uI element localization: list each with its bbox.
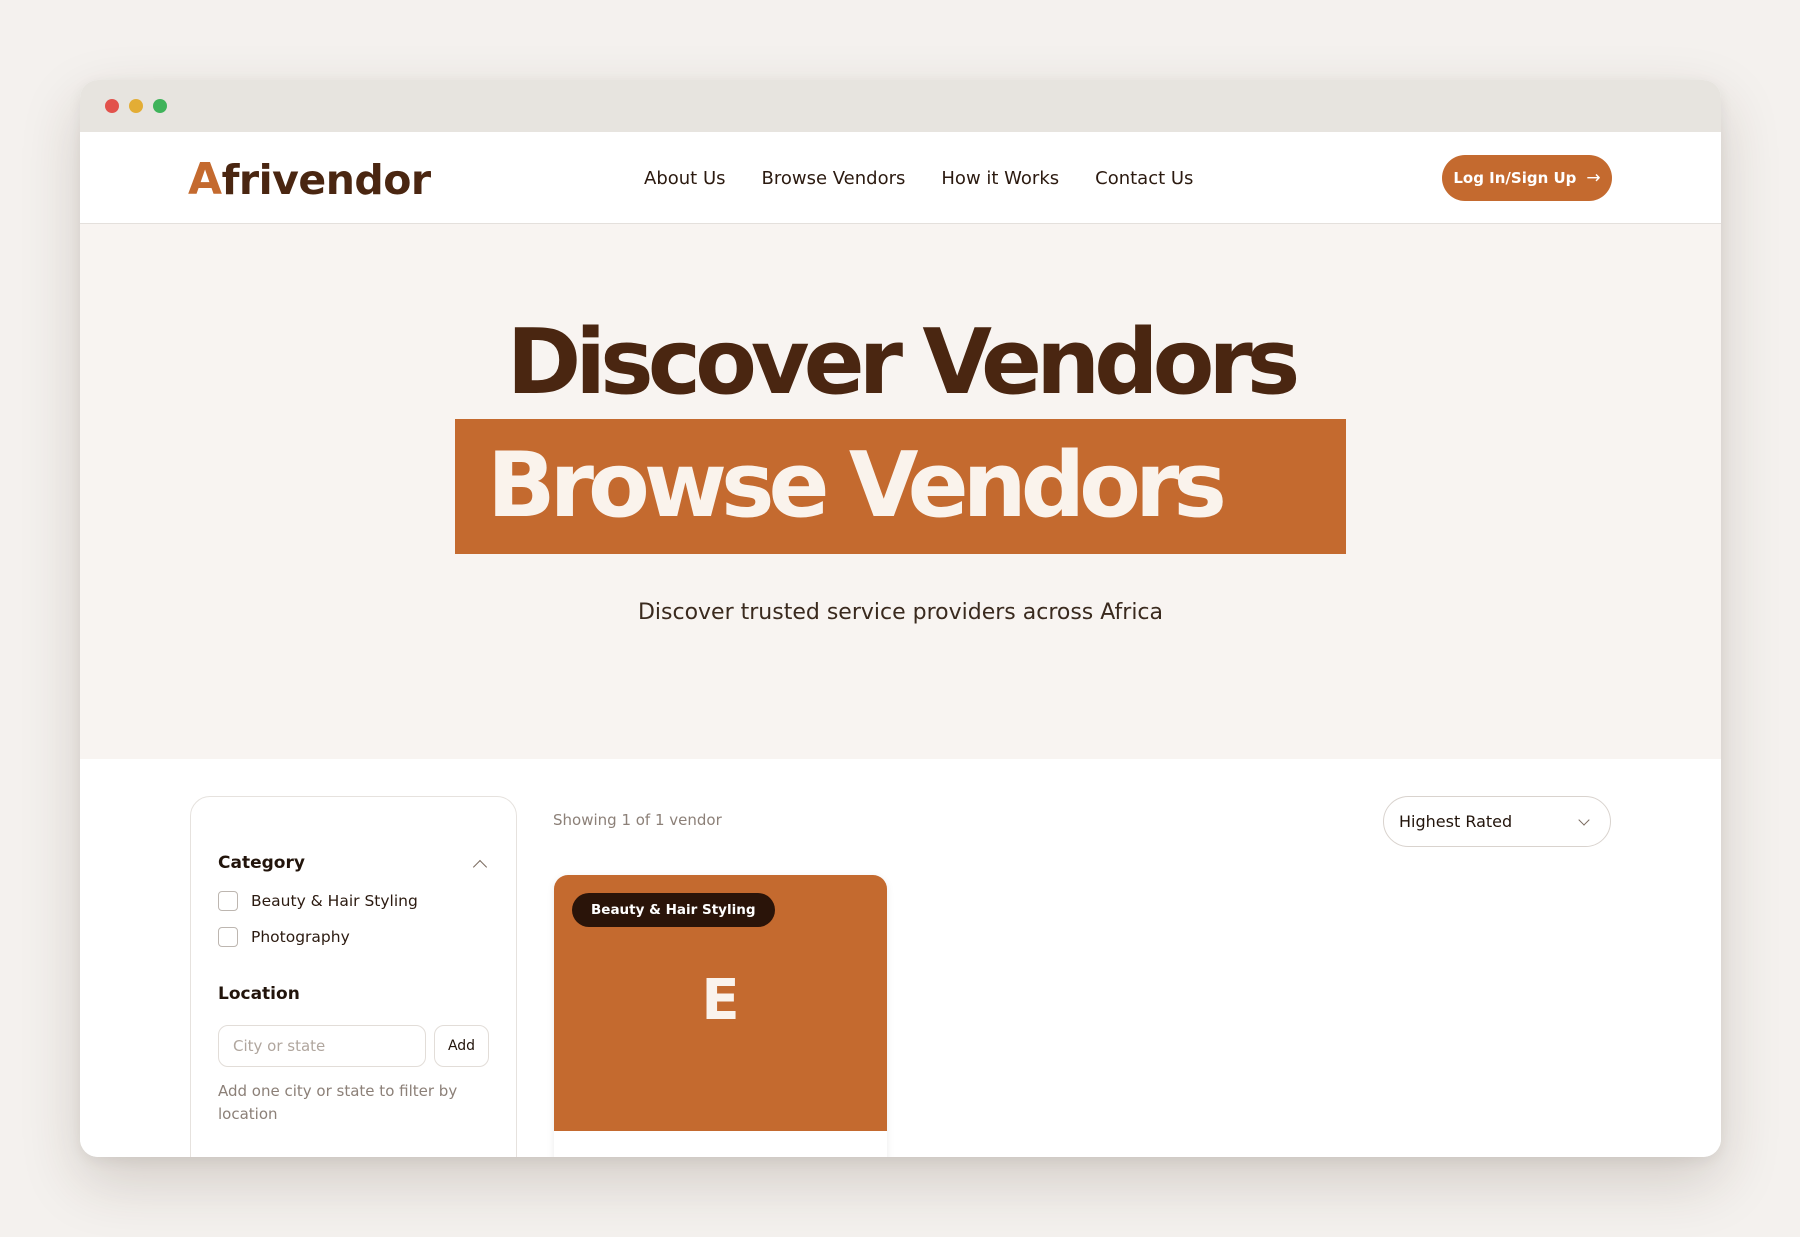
hero-subtitle: Discover trusted service providers acros… bbox=[637, 600, 1164, 625]
afrivendor-logo[interactable]: Afrivendor bbox=[188, 154, 431, 205]
location-heading: Location bbox=[218, 984, 300, 1004]
minimize-window-dot[interactable] bbox=[129, 99, 143, 113]
checkbox-photography[interactable] bbox=[218, 927, 238, 947]
checkbox-beauty[interactable] bbox=[218, 891, 238, 911]
location-hint: Add one city or state to filter by locat… bbox=[218, 1082, 458, 1123]
location-input[interactable] bbox=[218, 1025, 426, 1067]
add-location-button[interactable]: Add bbox=[434, 1025, 489, 1067]
sort-selected-value: Highest Rated bbox=[1399, 812, 1513, 831]
arrow-right-icon: → bbox=[1586, 168, 1601, 188]
category-option-beauty[interactable]: Beauty & Hair Styling bbox=[218, 891, 418, 911]
category-option-label: Beauty & Hair Styling bbox=[251, 892, 418, 910]
nav-contact-us[interactable]: Contact Us bbox=[1095, 168, 1193, 189]
main-nav: About Us Browse Vendors How it Works Con… bbox=[644, 132, 1229, 224]
category-heading: Category bbox=[218, 853, 305, 873]
filter-panel: Category Beauty & Hair Styling Photograp… bbox=[190, 796, 517, 1157]
category-option-label: Photography bbox=[251, 928, 350, 946]
close-window-dot[interactable] bbox=[105, 99, 119, 113]
vendor-cover: Beauty & Hair Styling E bbox=[554, 875, 887, 1131]
nav-about-us[interactable]: About Us bbox=[644, 168, 726, 189]
vendor-listing-section: Category Beauty & Hair Styling Photograp… bbox=[80, 759, 1721, 1157]
hero-banner-text: Browse Vendors bbox=[487, 433, 1227, 538]
window-titlebar bbox=[80, 80, 1721, 132]
hero-title: Discover Vendors bbox=[506, 310, 1301, 415]
chevron-up-icon[interactable] bbox=[472, 859, 488, 875]
vendor-initial: E bbox=[701, 968, 740, 1033]
category-option-photography[interactable]: Photography bbox=[218, 927, 350, 947]
browser-window: Afrivendor About Us Browse Vendors How i… bbox=[80, 80, 1721, 1157]
nav-how-it-works[interactable]: How it Works bbox=[941, 168, 1059, 189]
vendor-category-badge: Beauty & Hair Styling bbox=[572, 893, 775, 927]
login-signup-button[interactable]: Log In/Sign Up → bbox=[1442, 155, 1612, 201]
logo-text: frivendor bbox=[221, 156, 432, 204]
results-count: Showing 1 of 1 vendor bbox=[553, 811, 722, 829]
hero-section: Discover Vendors Browse Vendors Discover… bbox=[80, 224, 1721, 759]
chevron-down-icon bbox=[1578, 814, 1590, 826]
logo-initial: A bbox=[188, 154, 222, 205]
nav-browse-vendors[interactable]: Browse Vendors bbox=[762, 168, 906, 189]
login-signup-label: Log In/Sign Up bbox=[1453, 169, 1577, 187]
site-header: Afrivendor About Us Browse Vendors How i… bbox=[80, 132, 1721, 224]
hero-banner: Browse Vendors bbox=[455, 419, 1346, 554]
vendor-card[interactable]: Beauty & Hair Styling E bbox=[554, 875, 887, 1157]
sort-dropdown[interactable]: Highest Rated bbox=[1383, 796, 1611, 847]
maximize-window-dot[interactable] bbox=[153, 99, 167, 113]
